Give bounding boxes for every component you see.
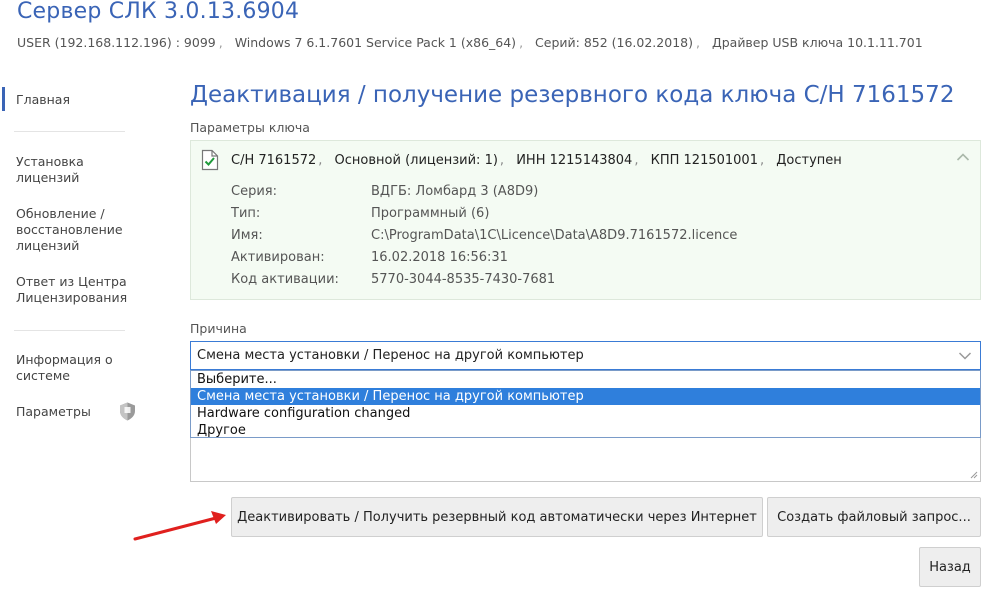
dropdown-option-selected[interactable]: Смена места установки / Перенос на друго… [191, 388, 980, 405]
reason-dropdown-list: Выберите... Смена места установки / Пере… [190, 370, 981, 438]
key-status: Доступен [776, 153, 842, 168]
driver-info: Драйвер USB ключа 10.1.11.701 [711, 35, 923, 50]
system-info-bar: USER (192.168.112.196) : 9099, Windows 7… [17, 35, 926, 50]
active-nav-indicator [2, 87, 5, 111]
key-property-row: Код активации: 5770-3044-8535-7430-7681 [231, 272, 555, 287]
reason-select-value: Смена места установки / Перенос на друго… [197, 348, 584, 363]
dropdown-option[interactable]: Hardware configuration changed [191, 405, 980, 422]
comment-textarea[interactable] [190, 438, 981, 482]
page-title: Деактивация / получение резервного кода … [190, 82, 955, 108]
chevron-up-icon[interactable] [956, 152, 970, 162]
red-arrow-annotation [133, 511, 226, 541]
series-info: Серий: 852 (16.02.2018) [535, 35, 693, 50]
summary-separator: , [318, 153, 323, 168]
reason-label: Причина [190, 321, 247, 336]
key-kpp: КПП 121501001 [650, 153, 758, 168]
sidebar-item-home[interactable]: Главная [16, 92, 70, 108]
server-address: USER (192.168.112.196) : 9099 [17, 35, 216, 50]
dropdown-option[interactable]: Выберите... [191, 371, 980, 388]
sidebar-divider [14, 131, 125, 132]
sidebar-item-update-licenses[interactable]: Обновление / восстановление лицензий [16, 206, 141, 254]
property-value: 5770-3044-8535-7430-7681 [371, 272, 556, 287]
info-separator: , [519, 35, 524, 50]
summary-separator: , [634, 153, 639, 168]
sidebar-item-install-licenses[interactable]: Установка лицензий [16, 154, 126, 186]
key-property-row: Тип: Программный (6) [231, 206, 489, 221]
property-key: Серия: [231, 184, 277, 199]
dropdown-option[interactable]: Другое [191, 422, 980, 439]
check-document-icon [201, 149, 219, 171]
reason-select[interactable]: Смена места установки / Перенос на друго… [190, 341, 981, 370]
key-serial: С/Н 7161572 [231, 153, 317, 168]
sidebar-divider [14, 330, 125, 331]
property-key: Активирован: [231, 250, 325, 265]
key-summary: С/Н 7161572, Основной (лицензий: 1), ИНН… [231, 153, 842, 168]
property-value: ВДГБ: Ломбард 3 (A8D9) [371, 184, 539, 199]
sidebar-item-system-info[interactable]: Информация о системе [16, 352, 126, 384]
key-property-row: Серия: ВДГБ: Ломбард 3 (A8D9) [231, 184, 538, 199]
summary-separator: , [759, 153, 765, 168]
key-inn: ИНН 1215143804 [516, 153, 633, 168]
property-value: C:\ProgramData\1C\Licence\Data\A8D9.7161… [371, 228, 738, 243]
shield-icon [120, 402, 135, 421]
create-file-request-button[interactable]: Создать файловый запрос... [767, 497, 981, 537]
property-key: Тип: [231, 206, 261, 221]
sidebar-item-settings[interactable]: Параметры [16, 404, 91, 420]
resize-grip-icon[interactable] [970, 471, 978, 479]
property-key: Код активации: [231, 272, 339, 287]
summary-separator: , [499, 153, 505, 168]
key-type: Основной (лицензий: 1) [334, 153, 498, 168]
property-value: 16.02.2018 16:56:31 [371, 250, 508, 265]
app-title: Сервер СЛК 3.0.13.6904 [17, 0, 300, 24]
deactivate-online-button[interactable]: Деактивировать / Получить резервный код … [231, 497, 763, 537]
info-separator: , [695, 35, 700, 50]
key-property-row: Имя: C:\ProgramData\1C\Licence\Data\A8D9.… [231, 228, 737, 243]
key-params-label: Параметры ключа [190, 120, 310, 135]
os-info: Windows 7 6.1.7601 Service Pack 1 (x86_6… [234, 35, 517, 50]
property-value: Программный (6) [371, 206, 490, 221]
info-separator: , [218, 35, 223, 50]
chevron-down-icon [958, 352, 972, 360]
key-property-row: Активирован: 16.02.2018 16:56:31 [231, 250, 508, 265]
property-key: Имя: [231, 228, 263, 243]
key-info-panel: С/Н 7161572, Основной (лицензий: 1), ИНН… [190, 140, 981, 300]
sidebar-item-license-center-response[interactable]: Ответ из Центра Лицензирования [16, 274, 141, 306]
back-button[interactable]: Назад [919, 547, 981, 587]
